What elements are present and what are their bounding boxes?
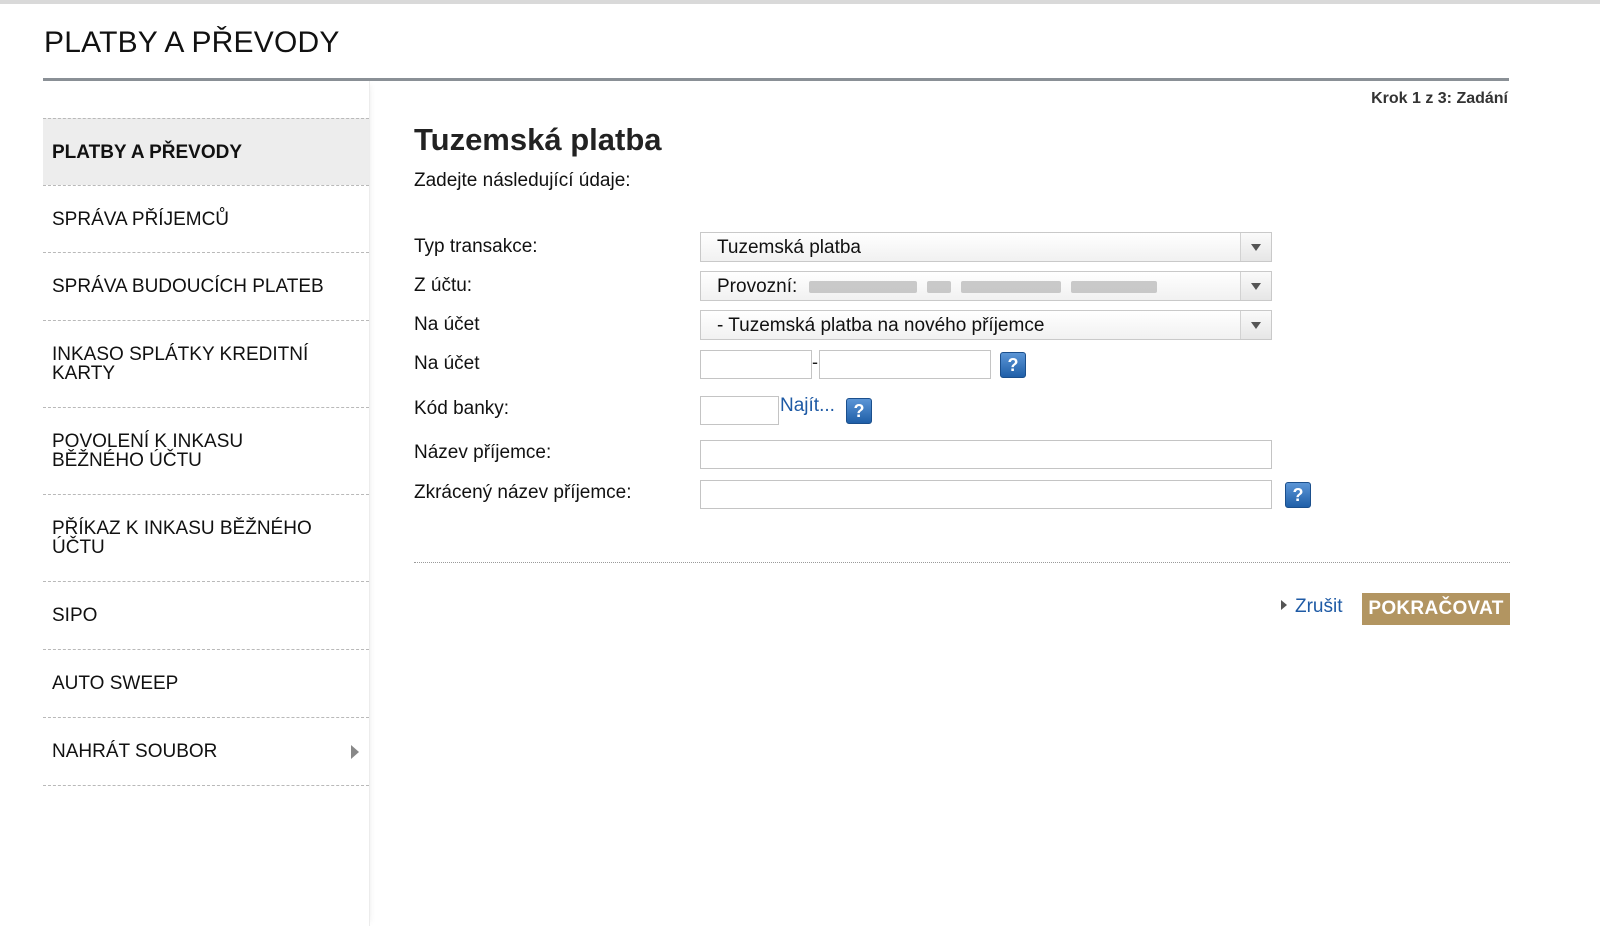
sidebar-item-sprava-prijemcu[interactable]: SPRÁVA PŘÍJEMCŮ — [43, 185, 369, 252]
nazev-prijemce-label: Název příjemce: — [414, 442, 552, 463]
sidebar-item-label: PŘÍKAZ K INKASU BĚŽNÉHO ÚČTU — [52, 518, 312, 558]
typ-transakce-value: Tuzemská platba — [717, 237, 861, 258]
chevron-down-icon — [1240, 311, 1271, 339]
account-prefix-input[interactable] — [700, 350, 812, 379]
sidebar-item-nahrat-soubor[interactable]: NAHRÁT SOUBOR — [43, 717, 369, 785]
sidebar-item-povoleni-k-inkasu[interactable]: POVOLENÍ K INKASU BĚŽNÉHO ÚČTU — [43, 407, 369, 494]
sidebar-item-inkaso-splatky-kreditni-karty[interactable]: INKASO SPLÁTKY KREDITNÍ KARTY — [43, 320, 369, 407]
account-separator: - — [812, 352, 818, 372]
recipient-name-input[interactable] — [700, 440, 1272, 469]
kod-banky-label: Kód banky: — [414, 398, 510, 419]
help-icon[interactable]: ? — [1000, 352, 1026, 378]
chevron-down-icon — [1240, 272, 1271, 300]
sidebar-item-label: PLATBY A PŘEVODY — [52, 141, 243, 163]
continue-button[interactable]: POKRAČOVAT — [1362, 593, 1510, 625]
sidebar-nav: PLATBY A PŘEVODY SPRÁVA PŘÍJEMCŮ SPRÁVA … — [43, 118, 369, 787]
sidebar-item-label: POVOLENÍ K INKASU BĚŽNÉHO ÚČTU — [52, 431, 244, 471]
cancel-label: Zrušit — [1295, 596, 1343, 617]
chevron-right-icon — [351, 744, 359, 759]
sidebar-item-label: SPRÁVA BUDOUCÍCH PLATEB — [52, 276, 324, 297]
z-uctu-label: Z účtu: — [414, 275, 473, 296]
page-title: PLATBY A PŘEVODY — [44, 26, 340, 59]
find-bank-link[interactable]: Najít... — [780, 395, 835, 417]
sidebar-item-sprava-budoucich-plateb[interactable]: SPRÁVA BUDOUCÍCH PLATEB — [43, 252, 369, 320]
sidebar-item-label: SIPO — [52, 605, 98, 626]
na-ucet-select[interactable]: - Tuzemská platba na nového příjemce — [700, 310, 1272, 340]
typ-transakce-select[interactable]: Tuzemská platba — [700, 232, 1272, 262]
na-ucet-number-label: Na účet — [414, 353, 480, 374]
redacted-account-segment — [961, 281, 1061, 293]
help-icon[interactable]: ? — [846, 398, 872, 424]
sidebar-bottom-divider — [43, 785, 369, 787]
sidebar-item-platby-a-prevody[interactable]: PLATBY A PŘEVODY — [43, 118, 369, 185]
sidebar-item-sipo[interactable]: SIPO — [43, 581, 369, 649]
na-ucet-select-value: - Tuzemská platba na nového příjemce — [717, 315, 1045, 336]
redacted-account-segment — [927, 281, 951, 293]
help-icon[interactable]: ? — [1285, 482, 1311, 508]
form-heading: Tuzemská platba — [414, 122, 662, 157]
redacted-account-segment — [809, 281, 917, 293]
form-divider — [414, 562, 1510, 563]
sidebar-item-label: SPRÁVA PŘÍJEMCŮ — [52, 208, 230, 230]
sidebar-item-prikaz-k-inkasu[interactable]: PŘÍKAZ K INKASU BĚŽNÉHO ÚČTU — [43, 494, 369, 581]
na-ucet-select-label: Na účet — [414, 314, 480, 335]
sidebar-item-label: AUTO SWEEP — [52, 673, 179, 694]
cancel-link[interactable]: Zrušit — [1281, 596, 1343, 618]
typ-transakce-label: Typ transakce: — [414, 236, 538, 257]
short-recipient-name-input[interactable] — [700, 480, 1272, 509]
sidebar-item-auto-sweep[interactable]: AUTO SWEEP — [43, 649, 369, 717]
step-indicator: Krok 1 z 3: Zadání — [1371, 90, 1508, 107]
z-uctu-select[interactable]: Provozní: — [700, 271, 1272, 301]
browser-top-border — [0, 0, 1600, 4]
zkraceny-nazev-label: Zkrácený název příjemce: — [414, 482, 632, 503]
bank-code-input[interactable] — [700, 396, 779, 425]
sidebar-item-label: NAHRÁT SOUBOR — [52, 741, 218, 762]
sidebar-item-label: INKASO SPLÁTKY KREDITNÍ KARTY — [52, 344, 309, 384]
play-arrow-icon — [1281, 599, 1287, 610]
account-number-input[interactable] — [819, 350, 991, 379]
z-uctu-value: Provozní: — [717, 276, 798, 297]
chevron-down-icon — [1240, 233, 1271, 261]
form-subheading: Zadejte následující údaje: — [414, 170, 631, 191]
redacted-account-segment — [1071, 281, 1157, 293]
